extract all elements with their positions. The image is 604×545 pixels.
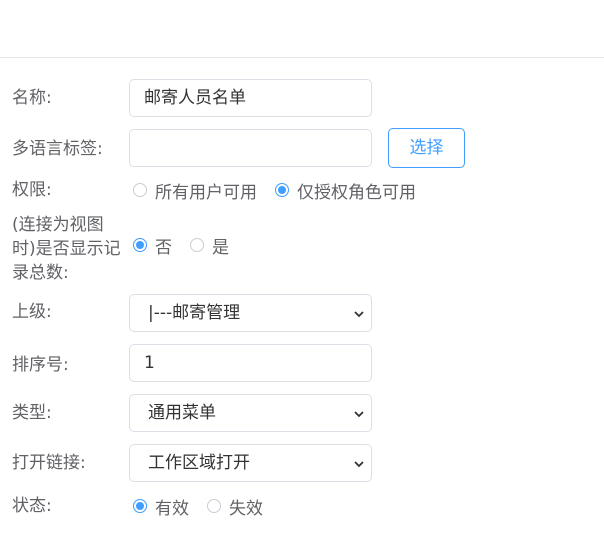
status-label: 状态: xyxy=(12,496,52,516)
status-option-valid[interactable]: 有效 xyxy=(133,494,189,519)
open-link-label: 打开链接: xyxy=(12,453,86,473)
record-count-label: (连接为视图 时)是否显示记 录总数: xyxy=(12,213,130,285)
chevron-down-icon xyxy=(354,311,364,318)
permission-label: 权限: xyxy=(12,180,52,200)
i18n-label: 多语言标签: xyxy=(12,139,103,159)
name-label: 名称: xyxy=(12,88,52,108)
record-count-option-yes-label: 是 xyxy=(212,237,229,258)
i18n-input[interactable] xyxy=(129,129,372,167)
status-option-valid-label: 有效 xyxy=(155,498,189,519)
type-select[interactable]: 通用菜单 xyxy=(129,394,372,432)
permission-option-all-label: 所有用户可用 xyxy=(155,182,257,203)
permission-option-all[interactable]: 所有用户可用 xyxy=(133,178,257,203)
record-count-label-line1: (连接为视图 xyxy=(12,215,104,235)
record-count-option-no[interactable]: 否 xyxy=(133,233,172,258)
permission-option-authorized-label: 仅授权角色可用 xyxy=(297,182,416,203)
record-count-radio-group: 否 是 xyxy=(133,233,247,258)
radio-unchecked-icon xyxy=(207,499,221,513)
permission-radio-group: 所有用户可用 仅授权角色可用 xyxy=(133,178,434,203)
open-link-select-value: 工作区域打开 xyxy=(148,453,250,473)
type-select-value: 通用菜单 xyxy=(148,403,216,423)
status-option-invalid[interactable]: 失效 xyxy=(207,494,263,519)
radio-unchecked-icon xyxy=(133,183,147,197)
record-count-option-no-label: 否 xyxy=(155,237,172,258)
order-input[interactable]: 1 xyxy=(129,344,372,382)
permission-option-authorized[interactable]: 仅授权角色可用 xyxy=(275,178,416,203)
status-option-invalid-label: 失效 xyxy=(229,498,263,519)
name-input[interactable]: 邮寄人员名单 xyxy=(129,79,372,117)
parent-select[interactable]: |---邮寄管理 xyxy=(129,294,372,332)
chevron-down-icon xyxy=(354,461,364,468)
chevron-down-icon xyxy=(354,411,364,418)
header-divider xyxy=(0,57,604,58)
open-link-select[interactable]: 工作区域打开 xyxy=(129,444,372,482)
radio-checked-icon xyxy=(275,183,289,197)
record-count-label-line2: 时)是否显示记 xyxy=(12,239,121,259)
radio-checked-icon xyxy=(133,238,147,252)
record-count-option-yes[interactable]: 是 xyxy=(190,233,229,258)
status-radio-group: 有效 失效 xyxy=(133,494,281,519)
select-i18n-button[interactable]: 选择 xyxy=(388,128,465,168)
order-label: 排序号: xyxy=(12,355,69,375)
radio-checked-icon xyxy=(133,499,147,513)
radio-unchecked-icon xyxy=(190,238,204,252)
parent-select-value: |---邮寄管理 xyxy=(148,303,241,323)
type-label: 类型: xyxy=(12,403,52,423)
parent-label: 上级: xyxy=(12,302,52,322)
record-count-label-line3: 录总数: xyxy=(12,263,69,283)
